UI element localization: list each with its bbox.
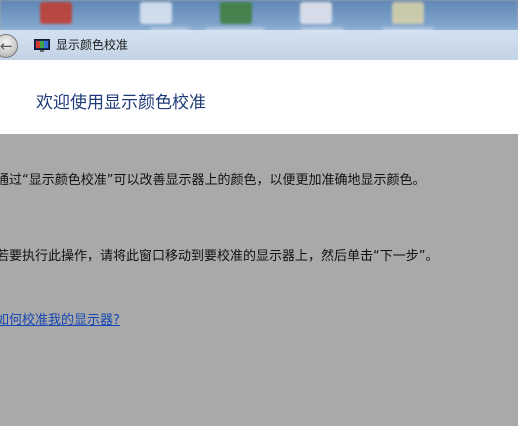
desktop-shortcut-icon[interactable] [220,2,252,24]
title-bar: ← 显示颜色校准 [0,30,518,60]
content-panel: 通过“显示颜色校准”可以改善显示器上的颜色，以便更加准确地显示颜色。 若要执行此… [0,134,518,426]
instruction-text: 若要执行此操作，请将此窗口移动到要校准的显示器上，然后单击“下一步”。 [0,249,439,264]
window-title: 显示颜色校准 [56,38,129,52]
desktop-shortcut-icon[interactable] [300,2,332,24]
back-arrow-icon: ← [0,37,13,55]
color-calibration-window: ← 显示颜色校准 欢迎使用显示颜色校准 通过“显示颜色校准”可以改善显示器上的颜… [0,0,518,426]
intro-text: 通过“显示颜色校准”可以改善显示器上的颜色，以便更加准确地显示颜色。 [0,173,426,188]
page-title: 欢迎使用显示颜色校准 [36,93,206,113]
header-panel: 欢迎使用显示颜色校准 [0,60,518,134]
desktop-shortcut-icon[interactable] [140,2,172,24]
display-color-calibration-icon [34,39,50,52]
desktop-shortcut-icon[interactable] [392,2,424,24]
back-button[interactable]: ← [0,34,18,58]
help-link[interactable]: 如何校准我的显示器? [0,312,120,329]
desktop-shortcut-icon[interactable] [40,2,72,24]
